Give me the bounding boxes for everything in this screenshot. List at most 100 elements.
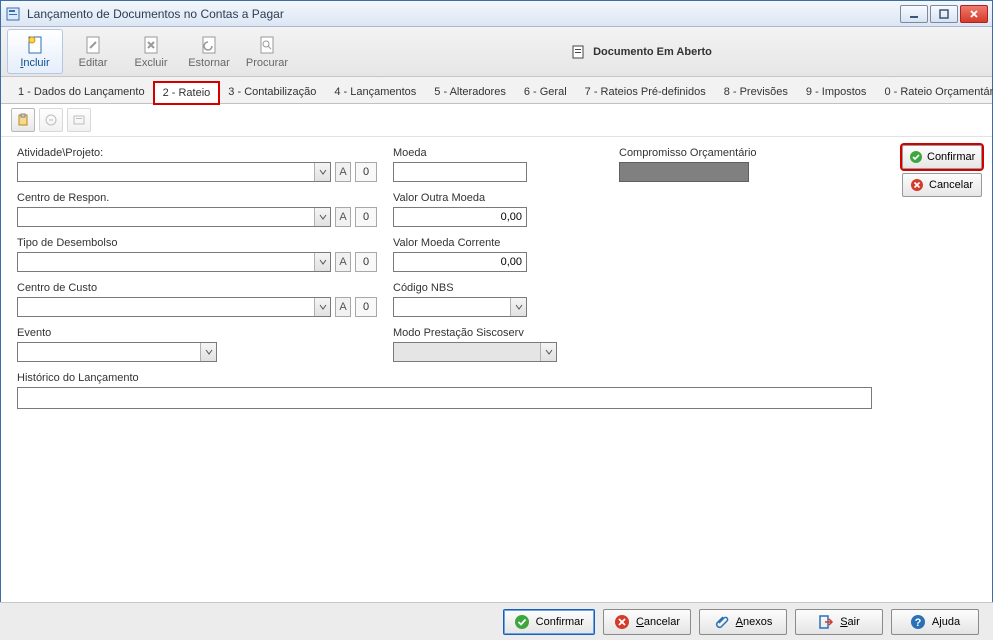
tab-impostos[interactable]: 9 - Impostos xyxy=(797,81,876,103)
chevron-down-icon xyxy=(314,253,330,271)
help-icon: ? xyxy=(910,614,926,630)
centro-respon-mode-num[interactable]: 0 xyxy=(355,207,377,227)
historico-input[interactable] xyxy=(17,387,872,409)
maximize-button[interactable] xyxy=(930,5,958,23)
side-cancelar-button[interactable]: Cancelar xyxy=(902,173,982,197)
footer: Confirmar Cancelar Anexos Sair ? Ajuda xyxy=(0,602,993,640)
check-circle-icon xyxy=(514,614,530,630)
centro-respon-combo[interactable] xyxy=(17,207,331,227)
tab-bar: 1 - Dados do Lançamento 2 - Rateio 3 - C… xyxy=(1,77,992,104)
footer-anexos-label: Anexos xyxy=(736,616,773,628)
tipo-desembolso-field: Tipo de Desembolso A 0 xyxy=(17,237,377,272)
tipo-desembolso-label: Tipo de Desembolso xyxy=(17,237,377,249)
historico-field: Histórico do Lançamento xyxy=(17,372,980,409)
valor-outra-input[interactable]: 0,00 xyxy=(393,207,527,227)
centro-respon-mode-a[interactable]: A xyxy=(335,207,351,227)
side-confirmar-button[interactable]: Confirmar xyxy=(902,145,982,169)
incluir-button[interactable]: Incluir xyxy=(7,29,63,74)
atividade-field: Atividade\Projeto: A 0 xyxy=(17,147,377,182)
side-confirmar-label: Confirmar xyxy=(927,151,975,163)
close-button[interactable] xyxy=(960,5,988,23)
tab-previsoes[interactable]: 8 - Previsões xyxy=(715,81,797,103)
clip-icon xyxy=(714,614,730,630)
footer-confirmar-label: Confirmar xyxy=(536,616,584,628)
codigo-nbs-combo[interactable] xyxy=(393,297,527,317)
revert-icon xyxy=(198,34,220,56)
centro-custo-field: Centro de Custo A 0 xyxy=(17,282,377,317)
estornar-label: Estornar xyxy=(188,57,230,69)
cancel-circle-icon xyxy=(614,614,630,630)
sub-action-3[interactable] xyxy=(67,108,91,132)
footer-sair-button[interactable]: Sair xyxy=(795,609,883,635)
footer-sair-label: Sair xyxy=(840,616,860,628)
valor-outra-label: Valor Outra Moeda xyxy=(393,192,603,204)
tab-rateio[interactable]: 2 - Rateio xyxy=(154,82,220,104)
minimize-button[interactable] xyxy=(900,5,928,23)
centro-custo-combo[interactable] xyxy=(17,297,331,317)
chevron-down-icon xyxy=(314,298,330,316)
search-icon xyxy=(256,34,278,56)
svg-text:?: ? xyxy=(915,617,922,629)
side-cancelar-label: Cancelar xyxy=(929,179,973,191)
cancel-circle-icon xyxy=(909,177,925,193)
moeda-field: Moeda xyxy=(393,147,603,182)
estornar-button[interactable]: Estornar xyxy=(181,29,237,74)
compromisso-label: Compromisso Orçamentário xyxy=(619,147,839,159)
compromisso-input xyxy=(619,162,749,182)
chevron-down-icon xyxy=(314,163,330,181)
tab-rateio-orcamentario[interactable]: 0 - Rateio Orçamentário xyxy=(875,81,993,103)
centro-custo-mode-a[interactable]: A xyxy=(335,297,351,317)
editar-button[interactable]: Editar xyxy=(65,29,121,74)
atividade-mode-a[interactable]: A xyxy=(335,162,351,182)
evento-label: Evento xyxy=(17,327,377,339)
atividade-label: Atividade\Projeto: xyxy=(17,147,377,159)
status-text: Documento Em Aberto xyxy=(593,46,712,58)
procurar-label: Procurar xyxy=(246,57,288,69)
tipo-desembolso-combo[interactable] xyxy=(17,252,331,272)
tipo-desembolso-mode-a[interactable]: A xyxy=(335,252,351,272)
tab-rateios-predef[interactable]: 7 - Rateios Pré-definidos xyxy=(576,81,715,103)
main-toolbar: Incluir Editar Excluir Estornar Procurar… xyxy=(1,27,992,77)
chevron-down-icon xyxy=(540,343,556,361)
form-content: Atividade\Projeto: A 0 Moeda Compromisso… xyxy=(1,137,992,589)
sub-toolbar xyxy=(1,104,992,137)
tab-contabilizacao[interactable]: 3 - Contabilização xyxy=(219,81,325,103)
historico-label: Histórico do Lançamento xyxy=(17,372,980,384)
valor-corrente-field: Valor Moeda Corrente 0,00 xyxy=(393,237,603,272)
window-title: Lançamento de Documentos no Contas a Pag… xyxy=(27,7,900,21)
atividade-mode-num[interactable]: 0 xyxy=(355,162,377,182)
chevron-down-icon xyxy=(510,298,526,316)
moeda-input[interactable] xyxy=(393,162,527,182)
evento-combo[interactable] xyxy=(17,342,217,362)
codigo-nbs-label: Código NBS xyxy=(393,282,603,294)
new-document-icon xyxy=(24,34,46,56)
footer-confirmar-button[interactable]: Confirmar xyxy=(503,609,595,635)
tab-lancamentos[interactable]: 4 - Lançamentos xyxy=(325,81,425,103)
modo-siscoserv-combo[interactable] xyxy=(393,342,557,362)
tab-geral[interactable]: 6 - Geral xyxy=(515,81,576,103)
procurar-button[interactable]: Procurar xyxy=(239,29,295,74)
footer-ajuda-button[interactable]: ? Ajuda xyxy=(891,609,979,635)
footer-ajuda-label: Ajuda xyxy=(932,616,960,628)
app-icon xyxy=(5,6,21,22)
editar-label: Editar xyxy=(79,57,108,69)
tipo-desembolso-mode-num[interactable]: 0 xyxy=(355,252,377,272)
modo-siscoserv-label: Modo Prestação Siscoserv xyxy=(393,327,603,339)
valor-outra-field: Valor Outra Moeda 0,00 xyxy=(393,192,603,227)
centro-custo-mode-num[interactable]: 0 xyxy=(355,297,377,317)
excluir-label: Excluir xyxy=(134,57,167,69)
sub-action-2[interactable] xyxy=(39,108,63,132)
atividade-combo[interactable] xyxy=(17,162,331,182)
footer-anexos-button[interactable]: Anexos xyxy=(699,609,787,635)
tab-dados[interactable]: 1 - Dados do Lançamento xyxy=(9,81,154,103)
footer-cancelar-button[interactable]: Cancelar xyxy=(603,609,691,635)
delete-icon xyxy=(140,34,162,56)
valor-corrente-input[interactable]: 0,00 xyxy=(393,252,527,272)
tab-alteradores[interactable]: 5 - Alteradores xyxy=(425,81,515,103)
document-icon xyxy=(571,44,587,60)
titlebar: Lançamento de Documentos no Contas a Pag… xyxy=(1,1,992,27)
chevron-down-icon xyxy=(314,208,330,226)
excluir-button[interactable]: Excluir xyxy=(123,29,179,74)
paste-button[interactable] xyxy=(11,108,35,132)
modo-siscoserv-field: Modo Prestação Siscoserv xyxy=(393,327,603,362)
